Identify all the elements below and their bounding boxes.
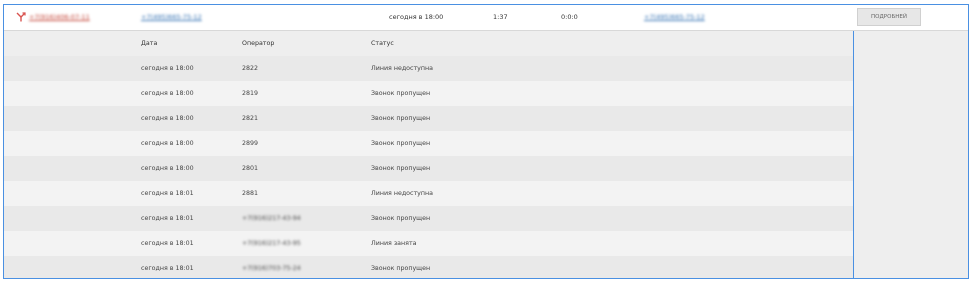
missed-call-icon	[16, 12, 26, 22]
call-record-card: +7(916)406-07-11 +7(495)665-75-12 сегодн…	[3, 4, 969, 279]
row-date: сегодня в 18:01	[141, 240, 194, 247]
row-date: сегодня в 18:00	[141, 65, 194, 72]
redirect-number-link[interactable]: +7(495)665-75-12	[644, 13, 705, 21]
wait-time: 1:37	[493, 13, 508, 21]
row-operator: 2801	[242, 165, 259, 172]
talk-time: 0:0:0	[561, 13, 578, 21]
caller-number-link[interactable]: +7(916)406-07-11	[29, 13, 90, 21]
table-header-row: Дата Оператор Статус	[4, 31, 853, 56]
callee-number-link[interactable]: +7(495)665-75-12	[141, 13, 202, 21]
table-row: сегодня в 18:00 2819 Звонок пропущен	[4, 81, 853, 106]
row-operator: 2881	[242, 190, 259, 197]
call-date: сегодня в 18:00	[389, 13, 444, 21]
table-row: сегодня в 18:00 2801 Звонок пропущен	[4, 156, 853, 181]
row-date: сегодня в 18:00	[141, 90, 194, 97]
table-row: сегодня в 18:01 +7(916)703-75-24 Звонок …	[4, 256, 853, 278]
row-operator: +7(916)217-43-95	[242, 240, 301, 247]
row-operator: 2821	[242, 115, 259, 122]
table-row: сегодня в 18:01 +7(916)217-43-95 Линия з…	[4, 231, 853, 256]
row-operator: +7(916)217-43-94	[242, 215, 301, 222]
column-header-date: Дата	[141, 40, 158, 47]
row-operator: 2899	[242, 140, 259, 147]
row-date: сегодня в 18:00	[141, 165, 194, 172]
row-status: Звонок пропущен	[371, 90, 431, 97]
row-status: Линия занята	[371, 240, 417, 247]
call-summary-row[interactable]: +7(916)406-07-11 +7(495)665-75-12 сегодн…	[4, 5, 968, 31]
call-details-table: Дата Оператор Статус сегодня в 18:00 282…	[4, 31, 854, 278]
row-status: Линия недоступна	[371, 65, 433, 72]
table-row: сегодня в 18:00 2822 Линия недоступна	[4, 56, 853, 81]
row-status: Звонок пропущен	[371, 265, 431, 272]
row-status: Звонок пропущен	[371, 215, 431, 222]
row-operator: 2819	[242, 90, 259, 97]
table-row: сегодня в 18:00 2899 Звонок пропущен	[4, 131, 853, 156]
row-status: Линия недоступна	[371, 190, 433, 197]
row-date: сегодня в 18:01	[141, 265, 194, 272]
row-date: сегодня в 18:00	[141, 140, 194, 147]
row-operator: +7(916)703-75-24	[242, 265, 301, 272]
row-status: Звонок пропущен	[371, 165, 431, 172]
row-date: сегодня в 18:00	[141, 115, 194, 122]
row-operator: 2822	[242, 65, 259, 72]
row-status: Звонок пропущен	[371, 140, 431, 147]
details-button[interactable]: ПОДРОБНЕЙ	[857, 8, 921, 26]
row-status: Звонок пропущен	[371, 115, 431, 122]
table-row: сегодня в 18:01 2881 Линия недоступна	[4, 181, 853, 206]
table-row: сегодня в 18:01 +7(916)217-43-94 Звонок …	[4, 206, 853, 231]
column-header-operator: Оператор	[242, 40, 275, 47]
row-date: сегодня в 18:01	[141, 190, 194, 197]
row-date: сегодня в 18:01	[141, 215, 194, 222]
column-header-status: Статус	[371, 40, 394, 47]
table-row: сегодня в 18:00 2821 Звонок пропущен	[4, 106, 853, 131]
call-details-panel: Дата Оператор Статус сегодня в 18:00 282…	[4, 31, 968, 278]
